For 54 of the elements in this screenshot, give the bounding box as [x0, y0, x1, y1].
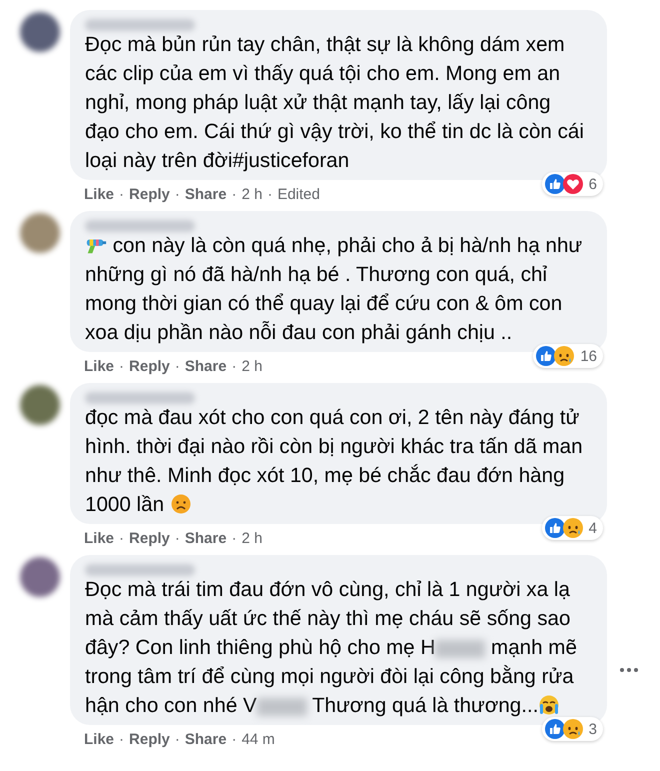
- action-link[interactable]: Share: [184, 530, 227, 546]
- comment-text: Đọc mà bủn rủn tay chân, thật sự là không dám xem các clip của em vì thấy quá tội cho em. Mong em an nghỉ, mong pháp luật xử thật mạnh tay, lấy lại công đạo cho em. Cái thứ gì vậy trời, ko thể tin dc là còn cái loại này trên đời#justiceforan: [85, 32, 585, 174]
- action-link[interactable]: Like: [84, 186, 114, 202]
- sad-face-icon: [562, 518, 583, 538]
- comment-text: Đọc mà trái tim đau đớn vô cùng, chỉ là 1 người xa lạ mà cảm thấy uất ức thế này thì mẹ cháu sẽ sống sao đây? Con linh thiêng phù hộ cho mẹ H mạnh mẽ trong tâm trí để cùng mọi người đòi lại công bằng rửa hận cho con nhé V Thương quá là thương...: [85, 577, 578, 719]
- action-link[interactable]: Like: [84, 358, 114, 374]
- like-icon: [544, 719, 565, 739]
- reaction-count[interactable]: 16: [533, 344, 603, 368]
- separator-dot: ·: [174, 358, 180, 374]
- reaction-count[interactable]: 3: [542, 717, 603, 741]
- avatar[interactable]: [20, 385, 60, 425]
- more-options-icon[interactable]: [619, 667, 639, 673]
- separator-dot: ·: [232, 186, 237, 202]
- crying-face-icon: [538, 695, 560, 715]
- separator-dot: ·: [232, 530, 237, 546]
- separator-dot: ·: [174, 186, 180, 202]
- reaction-count[interactable]: 4: [542, 516, 603, 540]
- avatar[interactable]: [20, 12, 60, 52]
- separator-dot: ·: [174, 530, 180, 546]
- comment-meta: 2 h: [242, 530, 262, 546]
- like-icon: [544, 174, 565, 194]
- sad-face-icon: [562, 719, 583, 739]
- action-link[interactable]: Like: [84, 530, 114, 546]
- action-link[interactable]: Reply: [129, 530, 170, 546]
- like-icon: [536, 346, 556, 366]
- sad-face-icon: [554, 346, 574, 366]
- action-link[interactable]: Share: [184, 358, 227, 374]
- separator-dot: ·: [119, 186, 124, 202]
- action-link[interactable]: Reply: [129, 358, 170, 374]
- comment-text: con này là còn quá nhẹ, phải cho ả bị hà/nh hạ như những gì nó đã hà/nh hạ bé . Thương con quá, chỉ mong thời gian có thể quay lại để cứu con & ôm con xoa dịu phần nào nỗi đau con phải gánh chịu ..: [85, 233, 584, 346]
- avatar[interactable]: [20, 557, 60, 597]
- separator-dot: ·: [267, 186, 272, 202]
- separator-dot: ·: [232, 358, 237, 374]
- avatar[interactable]: [20, 213, 60, 253]
- comment-meta: 44 m: [242, 730, 275, 748]
- action-link[interactable]: Like: [84, 730, 114, 748]
- comment-meta: Edited: [277, 186, 320, 202]
- comment-meta: 2 h: [242, 358, 262, 374]
- action-link[interactable]: Share: [184, 186, 227, 202]
- separator-dot: ·: [119, 358, 124, 374]
- action-link[interactable]: Reply: [129, 186, 170, 202]
- action-link[interactable]: Share: [184, 730, 227, 748]
- comment-meta: 2 h: [242, 186, 262, 202]
- blurred-text: [435, 640, 486, 658]
- sad-face-icon: [170, 494, 192, 514]
- like-icon: [544, 518, 565, 538]
- separator-dot: ·: [174, 730, 180, 748]
- separator-dot: ·: [119, 530, 124, 546]
- blurred-text: [256, 698, 307, 716]
- reaction-count[interactable]: 6: [542, 172, 603, 196]
- comment-text: đọc mà đau xót cho con quá con ơi, 2 tên này đáng tử hình. thời đại nào rồi còn bị người khác tra tấn dã man như thê. Minh đọc xót 10, mẹ bé chắc đau đớn hàng 1000 lần: [85, 405, 584, 518]
- separator-dot: ·: [119, 730, 124, 748]
- separator-dot: ·: [232, 730, 237, 748]
- action-link[interactable]: Reply: [129, 730, 170, 748]
